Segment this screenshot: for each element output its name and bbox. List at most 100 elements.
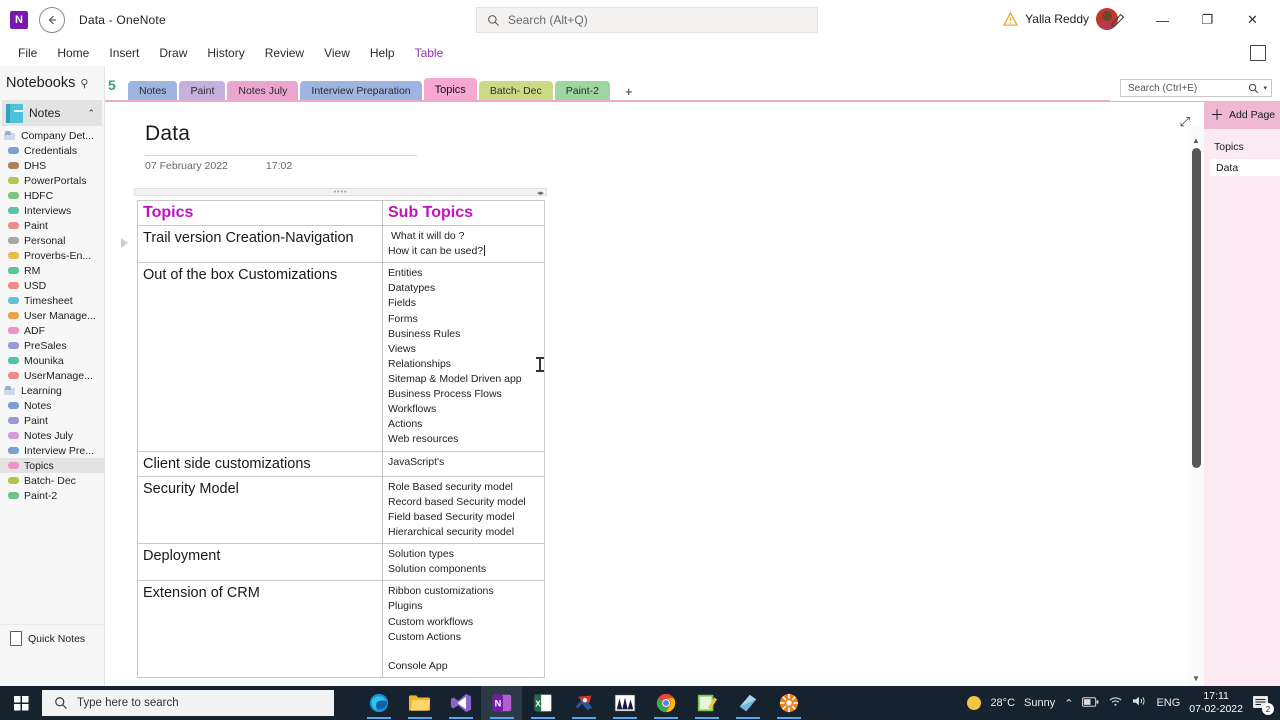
add-section-button[interactable]: + bbox=[612, 81, 646, 101]
subtopic-cell[interactable]: What it will do ? How it can be used? bbox=[382, 224, 545, 264]
back-button[interactable] bbox=[39, 7, 65, 33]
section-tab-paint[interactable]: Paint bbox=[179, 81, 226, 101]
topic-cell[interactable]: Trail version Creation-Navigation bbox=[137, 224, 383, 264]
menu-history[interactable]: History bbox=[197, 46, 254, 60]
taskbar-icon-onenote[interactable]: N bbox=[481, 686, 522, 720]
topic-cell[interactable]: Out of the box Customizations bbox=[137, 262, 383, 452]
maximize-button[interactable]: ❐ bbox=[1185, 0, 1230, 40]
page-title[interactable]: Data bbox=[145, 122, 385, 146]
taskbar-icon-orange-app[interactable] bbox=[768, 686, 809, 720]
notebook-item-paint-2[interactable]: Paint-2 bbox=[0, 488, 104, 503]
subtopic-cell[interactable]: Entities Datatypes Fields Forms Business Rul… bbox=[382, 262, 545, 452]
page-timestamp[interactable]: 07 February 2022 17:02 bbox=[145, 155, 292, 172]
section-tab-notes[interactable]: Notes bbox=[128, 81, 178, 101]
section-tab-notes-july[interactable]: Notes July bbox=[227, 81, 299, 101]
taskbar-icon-visual-studio[interactable] bbox=[563, 686, 604, 720]
notebook-item-rm[interactable]: RM bbox=[0, 263, 104, 278]
subtopic-cell[interactable]: Ribbon customizations Plugins Custom workf… bbox=[382, 580, 545, 678]
section-tab-paint-2[interactable]: Paint-2 bbox=[554, 81, 611, 101]
notebook-item-powerportals[interactable]: PowerPortals bbox=[0, 173, 104, 188]
notebook-item-dhs[interactable]: DHS bbox=[0, 158, 104, 173]
taskbar-icon-chart-app[interactable] bbox=[604, 686, 645, 720]
notebook-item-notes[interactable]: Notes bbox=[0, 398, 104, 413]
global-search-box[interactable]: Search (Alt+Q) bbox=[476, 7, 818, 33]
menu-home[interactable]: Home bbox=[47, 46, 99, 60]
menu-view[interactable]: View bbox=[314, 46, 360, 60]
minimize-button[interactable]: — bbox=[1140, 0, 1185, 40]
notebook-item-mounika[interactable]: Mounika bbox=[0, 353, 104, 368]
chevron-up-icon[interactable]: ⌃ bbox=[87, 108, 95, 119]
sticky-note-icon[interactable] bbox=[1250, 45, 1266, 61]
notebook-item-user-manage[interactable]: User Manage... bbox=[0, 308, 104, 323]
scroll-up-icon[interactable]: ▲ bbox=[1192, 136, 1200, 145]
notification-icon[interactable]: 2 bbox=[1252, 694, 1274, 715]
table-header-cell[interactable]: Topics bbox=[137, 200, 383, 226]
taskbar-icon-excel[interactable]: X bbox=[522, 686, 563, 720]
notebook-item-notes-july[interactable]: Notes July bbox=[0, 428, 104, 443]
notebook-item-adf[interactable]: ADF bbox=[0, 323, 104, 338]
page-canvas[interactable]: ⤢ Data 07 February 2022 17:02 •••• ◂▸ To… bbox=[105, 101, 1204, 687]
taskbar-icon-file-explorer[interactable] bbox=[399, 686, 440, 720]
section-tab-interview-preparation[interactable]: Interview Preparation bbox=[300, 81, 422, 101]
menu-draw[interactable]: Draw bbox=[149, 46, 197, 60]
scroll-down-icon[interactable]: ▼ bbox=[1192, 674, 1200, 683]
battery-icon[interactable] bbox=[1082, 694, 1099, 712]
notebook-item-credentials[interactable]: Credentials bbox=[0, 143, 104, 158]
taskbar-search[interactable]: Type here to search bbox=[42, 690, 334, 716]
subtopic-cell[interactable]: JavaScript's bbox=[382, 450, 545, 477]
start-button[interactable] bbox=[0, 686, 42, 720]
taskbar-icon-notepad-plus[interactable] bbox=[686, 686, 727, 720]
resize-arrows-icon[interactable]: ◂▸ bbox=[537, 189, 544, 197]
speaker-icon[interactable] bbox=[1132, 694, 1147, 712]
notebook-item-proverbs-en[interactable]: Proverbs-En... bbox=[0, 248, 104, 263]
taskbar-icon-blue-app[interactable] bbox=[727, 686, 768, 720]
notebook-item-usd[interactable]: USD bbox=[0, 278, 104, 293]
taskbar-icon-chrome[interactable] bbox=[645, 686, 686, 720]
notebook-item-batch-dec[interactable]: Batch- Dec bbox=[0, 473, 104, 488]
taskbar-icon-vs-code[interactable] bbox=[440, 686, 481, 720]
content-block-handle[interactable]: •••• ◂▸ bbox=[134, 188, 547, 197]
notebook-item-personal[interactable]: Personal bbox=[0, 233, 104, 248]
table-header-cell[interactable]: Sub Topics bbox=[382, 200, 545, 226]
topic-cell[interactable]: Extension of CRM bbox=[137, 580, 383, 678]
weather-desc[interactable]: Sunny bbox=[1024, 697, 1055, 709]
notebook-item-interview-pre[interactable]: Interview Pre... bbox=[0, 443, 104, 458]
menu-table[interactable]: Table bbox=[405, 46, 454, 60]
subtopic-cell[interactable]: Role Based security model Record based Se… bbox=[382, 475, 545, 545]
add-page-button[interactable]: ＋ Add Page bbox=[1204, 101, 1280, 129]
notebook-item-hdfc[interactable]: HDFC bbox=[0, 188, 104, 203]
language-indicator[interactable]: ENG bbox=[1156, 697, 1180, 709]
collapse-triangle-icon[interactable] bbox=[121, 238, 128, 248]
subtopic-cell[interactable]: Solution types Solution components bbox=[382, 543, 545, 582]
topic-cell[interactable]: Security Model bbox=[137, 475, 383, 545]
menu-review[interactable]: Review bbox=[255, 46, 314, 60]
topics-table[interactable]: Topics Sub Topics Trail version Creation-N… bbox=[137, 200, 545, 678]
notebook-item-learning[interactable]: Learning bbox=[0, 383, 104, 398]
notebook-item-company-det[interactable]: Company Det... bbox=[0, 128, 104, 143]
wifi-icon[interactable] bbox=[1108, 694, 1123, 712]
menu-help[interactable]: Help bbox=[360, 46, 405, 60]
menu-file[interactable]: File bbox=[8, 46, 47, 60]
topic-cell[interactable]: Client side customizations bbox=[137, 450, 383, 477]
weather-temp[interactable]: 28°C bbox=[990, 697, 1015, 709]
notebook-item-timesheet[interactable]: Timesheet bbox=[0, 293, 104, 308]
section-tab-topics[interactable]: Topics bbox=[423, 78, 477, 101]
quick-notes-button[interactable]: Quick Notes bbox=[0, 624, 105, 652]
taskbar-icon-edge[interactable] bbox=[358, 686, 399, 720]
menu-insert[interactable]: Insert bbox=[99, 46, 149, 60]
notebook-item-paint[interactable]: Paint bbox=[0, 218, 104, 233]
notebook-item-interviews[interactable]: Interviews bbox=[0, 203, 104, 218]
ink-pen-button[interactable] bbox=[1095, 0, 1140, 40]
notebook-item-paint[interactable]: Paint bbox=[0, 413, 104, 428]
chevron-down-icon[interactable]: ▾ bbox=[1263, 84, 1267, 92]
chevron-up-icon[interactable]: ⌃ bbox=[1064, 697, 1073, 710]
pin-icon[interactable]: ⚲ bbox=[80, 77, 88, 90]
notebook-item-presales[interactable]: PreSales bbox=[0, 338, 104, 353]
section-tab-batch-dec[interactable]: Batch- Dec bbox=[478, 81, 553, 101]
notebook-item-topics[interactable]: Topics bbox=[0, 458, 104, 473]
close-button[interactable]: ✕ bbox=[1230, 0, 1275, 40]
page-list-item-data[interactable]: Data bbox=[1210, 159, 1280, 176]
selected-notebook[interactable]: Notes ⌃ bbox=[2, 100, 102, 126]
section-search-box[interactable]: Search (Ctrl+E) ▾ bbox=[1120, 79, 1272, 97]
taskbar-clock[interactable]: 17:11 07-02-2022 bbox=[1189, 690, 1243, 716]
